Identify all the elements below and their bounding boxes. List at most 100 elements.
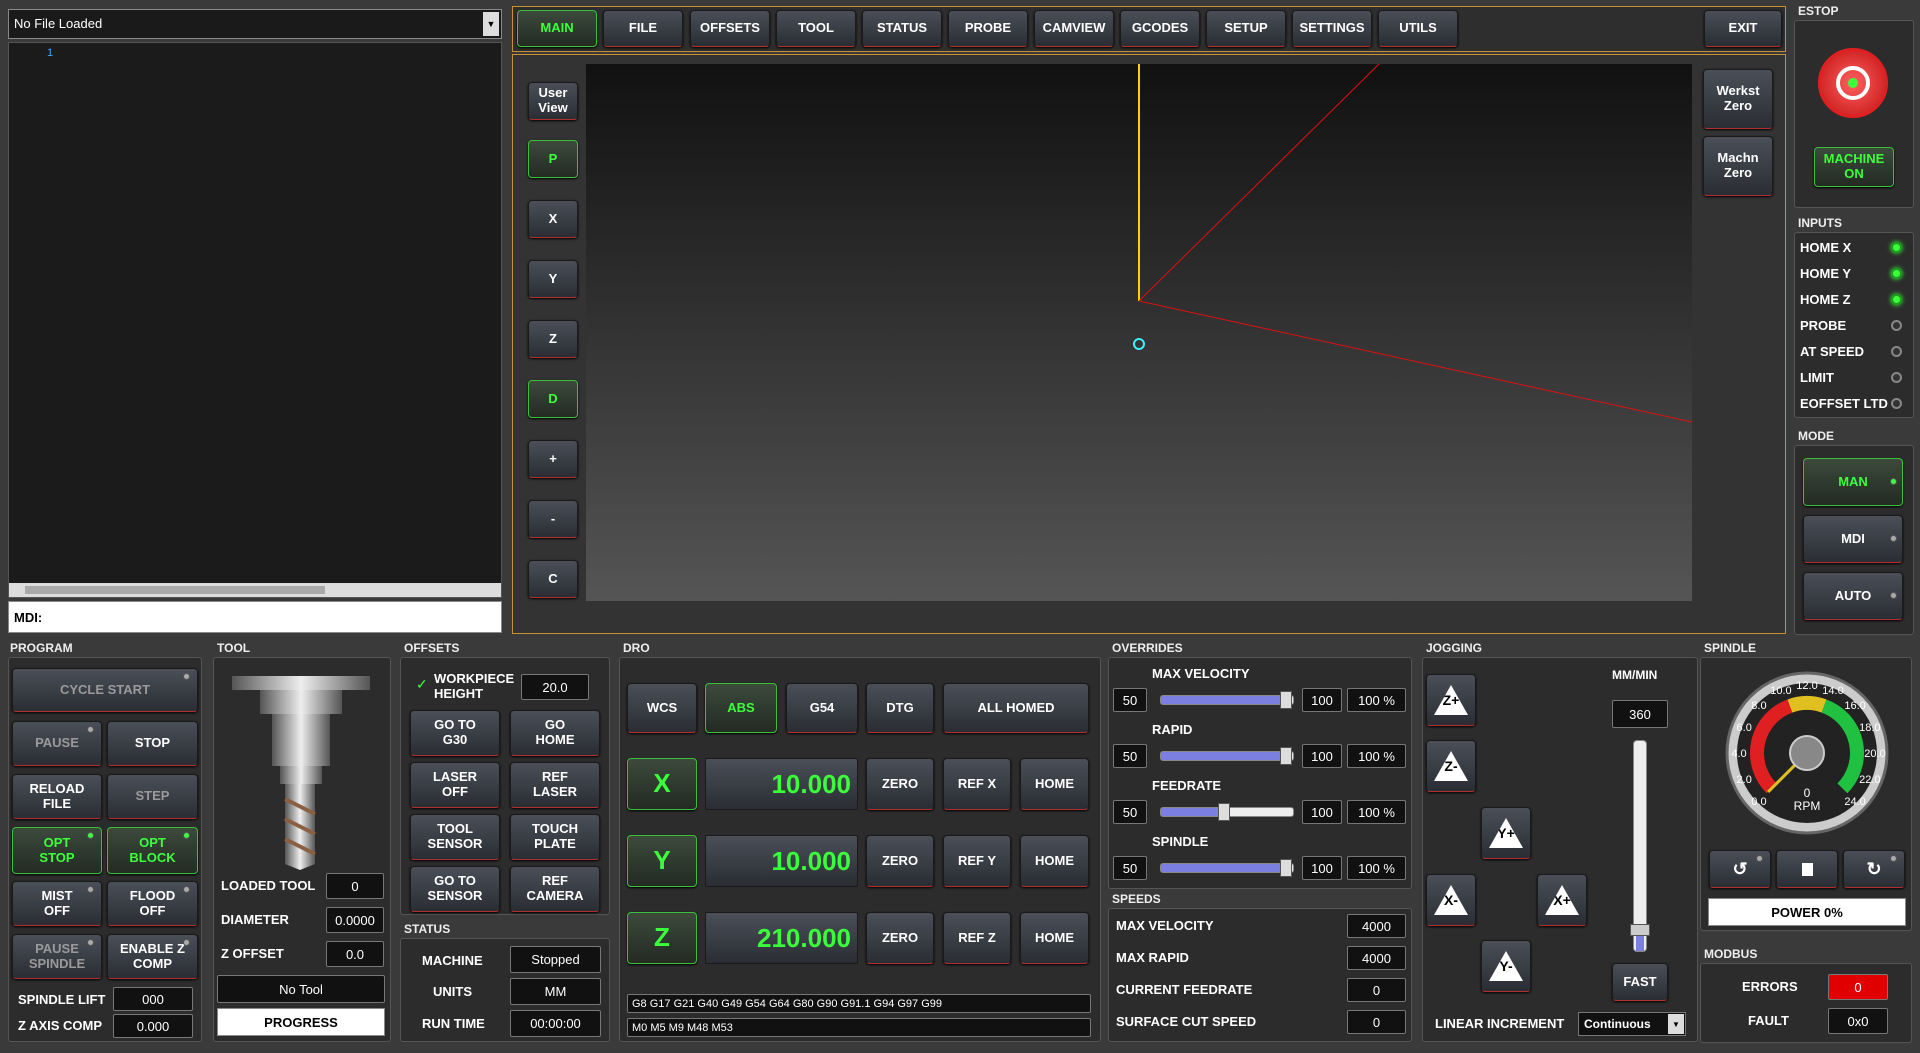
chevron-down-icon[interactable]: ▼	[483, 12, 499, 36]
axis-x-button[interactable]: X	[627, 758, 697, 810]
ref-x-button[interactable]: REF X	[943, 758, 1011, 810]
file-name: No File Loaded	[14, 16, 103, 31]
dtg-button[interactable]: DTG	[866, 683, 934, 733]
slider-handle[interactable]	[1280, 747, 1292, 765]
mode-mdi-button[interactable]: MDI	[1803, 515, 1903, 563]
mode-auto-button[interactable]: AUTO	[1803, 572, 1903, 620]
zero-y-button[interactable]: ZERO	[866, 835, 934, 887]
gauge-tick-label: 0.0	[1751, 796, 1766, 808]
view-button-2[interactable]: X	[528, 200, 578, 238]
override-slider[interactable]	[1160, 747, 1294, 765]
tab-tool[interactable]: TOOL	[776, 10, 856, 47]
stop-button[interactable]: STOP	[107, 721, 198, 766]
diameter-label: DIAMETER	[221, 912, 289, 927]
zaxis-comp-field[interactable]: 0.000	[113, 1014, 193, 1038]
offset-button-2[interactable]: LASER OFF	[410, 762, 500, 808]
tab-settings[interactable]: SETTINGS	[1292, 10, 1372, 47]
horizontal-scrollbar[interactable]	[9, 583, 501, 597]
view-button-4[interactable]: Z	[528, 320, 578, 358]
tab-main[interactable]: MAIN	[517, 10, 597, 47]
workpiece-height-field[interactable]: 20.0	[521, 674, 589, 700]
jog-zminus-button[interactable]: Z-	[1426, 740, 1476, 792]
gauge-tick-label: 22.0	[1859, 774, 1880, 786]
jog-xminus-button[interactable]: X-	[1426, 874, 1476, 926]
zero-button-1[interactable]: Machn Zero	[1703, 136, 1773, 196]
abs-button[interactable]: ABS	[705, 683, 777, 733]
tab-setup[interactable]: SETUP	[1206, 10, 1286, 47]
mode-man-button[interactable]: MAN	[1803, 458, 1903, 506]
tab-offsets[interactable]: OFFSETS	[690, 10, 770, 47]
gcode-editor[interactable]: 1	[8, 42, 502, 598]
jog-zplus-button[interactable]: Z+	[1426, 674, 1476, 726]
estop-button[interactable]	[1818, 48, 1888, 118]
step-button[interactable]: STEP	[107, 774, 198, 819]
spindle-lift-field[interactable]: 000	[113, 987, 193, 1011]
spindle-stop-button[interactable]	[1776, 850, 1838, 888]
home-z-button[interactable]: HOME	[1020, 912, 1089, 964]
machine-on-button[interactable]: MACHINE ON	[1814, 147, 1894, 187]
tool-title: TOOL	[217, 641, 251, 655]
slider-handle[interactable]	[1280, 859, 1292, 877]
tab-utils[interactable]: UTILS	[1378, 10, 1458, 47]
zero-button-0[interactable]: Werkst Zero	[1703, 69, 1773, 129]
tab-camview[interactable]: CAMVIEW	[1034, 10, 1114, 47]
3d-preview[interactable]	[586, 64, 1692, 601]
diameter-field: 0.0000	[326, 907, 384, 933]
all-homed-button[interactable]: ALL HOMED	[943, 683, 1089, 733]
spindle-power-bar: POWER 0%	[1708, 898, 1906, 926]
override-min: 50	[1113, 688, 1147, 712]
home-y-button[interactable]: HOME	[1020, 835, 1089, 887]
offset-button-7[interactable]: REF CAMERA	[510, 866, 600, 912]
mdi-input[interactable]: MDI:	[8, 601, 502, 633]
g54-button[interactable]: G54	[786, 683, 858, 733]
view-button-7[interactable]: -	[528, 500, 578, 538]
jog-rate-slider[interactable]	[1630, 740, 1650, 952]
jog-rate-field[interactable]: 360	[1612, 700, 1668, 728]
reload-file-button[interactable]: RELOAD FILE	[12, 774, 102, 819]
slider-handle[interactable]	[1218, 803, 1230, 821]
override-min: 50	[1113, 744, 1147, 768]
wcs-button[interactable]: WCS	[627, 683, 697, 733]
zero-z-button[interactable]: ZERO	[866, 912, 934, 964]
ref-z-button[interactable]: REF Z	[943, 912, 1011, 964]
loaded-tool-field: 0	[326, 873, 384, 899]
tab-gcodes[interactable]: GCODES	[1120, 10, 1200, 47]
view-button-8[interactable]: C	[528, 560, 578, 598]
override-slider[interactable]	[1160, 859, 1294, 877]
axis-z-value: 210.000	[705, 912, 858, 964]
tab-probe[interactable]: PROBE	[948, 10, 1028, 47]
axis-y-button[interactable]: Y	[627, 835, 697, 887]
linear-increment-select[interactable]: Continuous ▼	[1578, 1012, 1686, 1036]
jog-yplus-button[interactable]: Y+	[1481, 807, 1531, 859]
offset-button-4[interactable]: TOOL SENSOR	[410, 814, 500, 860]
mode-led	[1890, 478, 1897, 485]
stop-icon	[1801, 862, 1813, 876]
override-max: 100	[1302, 688, 1342, 712]
view-button-0[interactable]: User View	[528, 82, 578, 120]
cycle-start-button[interactable]: CYCLE START	[12, 668, 198, 712]
tab-file[interactable]: FILE	[603, 10, 683, 47]
offset-button-0[interactable]: GO TO G30	[410, 710, 500, 756]
ref-y-button[interactable]: REF Y	[943, 835, 1011, 887]
offset-button-1[interactable]: GO HOME	[510, 710, 600, 756]
offset-button-3[interactable]: REF LASER	[510, 762, 600, 808]
view-button-3[interactable]: Y	[528, 260, 578, 298]
zero-x-button[interactable]: ZERO	[866, 758, 934, 810]
jog-xplus-button[interactable]: X+	[1537, 874, 1587, 926]
exit-button[interactable]: EXIT	[1704, 10, 1782, 47]
view-button-6[interactable]: +	[528, 440, 578, 478]
tab-status[interactable]: STATUS	[862, 10, 942, 47]
fast-button[interactable]: FAST	[1612, 963, 1668, 1001]
home-x-button[interactable]: HOME	[1020, 758, 1089, 810]
gauge-tick-label: 16.0	[1844, 700, 1865, 712]
jog-yminus-button[interactable]: Y-	[1481, 940, 1531, 992]
file-selector[interactable]: No File Loaded ▼	[8, 9, 502, 39]
override-slider[interactable]	[1160, 691, 1294, 709]
view-button-1[interactable]: P	[528, 140, 578, 178]
slider-handle[interactable]	[1280, 691, 1292, 709]
offset-button-5[interactable]: TOUCH PLATE	[510, 814, 600, 860]
view-button-5[interactable]: D	[528, 380, 578, 418]
override-slider[interactable]	[1160, 803, 1294, 821]
axis-z-button[interactable]: Z	[627, 912, 697, 964]
offset-button-6[interactable]: GO TO SENSOR	[410, 866, 500, 912]
